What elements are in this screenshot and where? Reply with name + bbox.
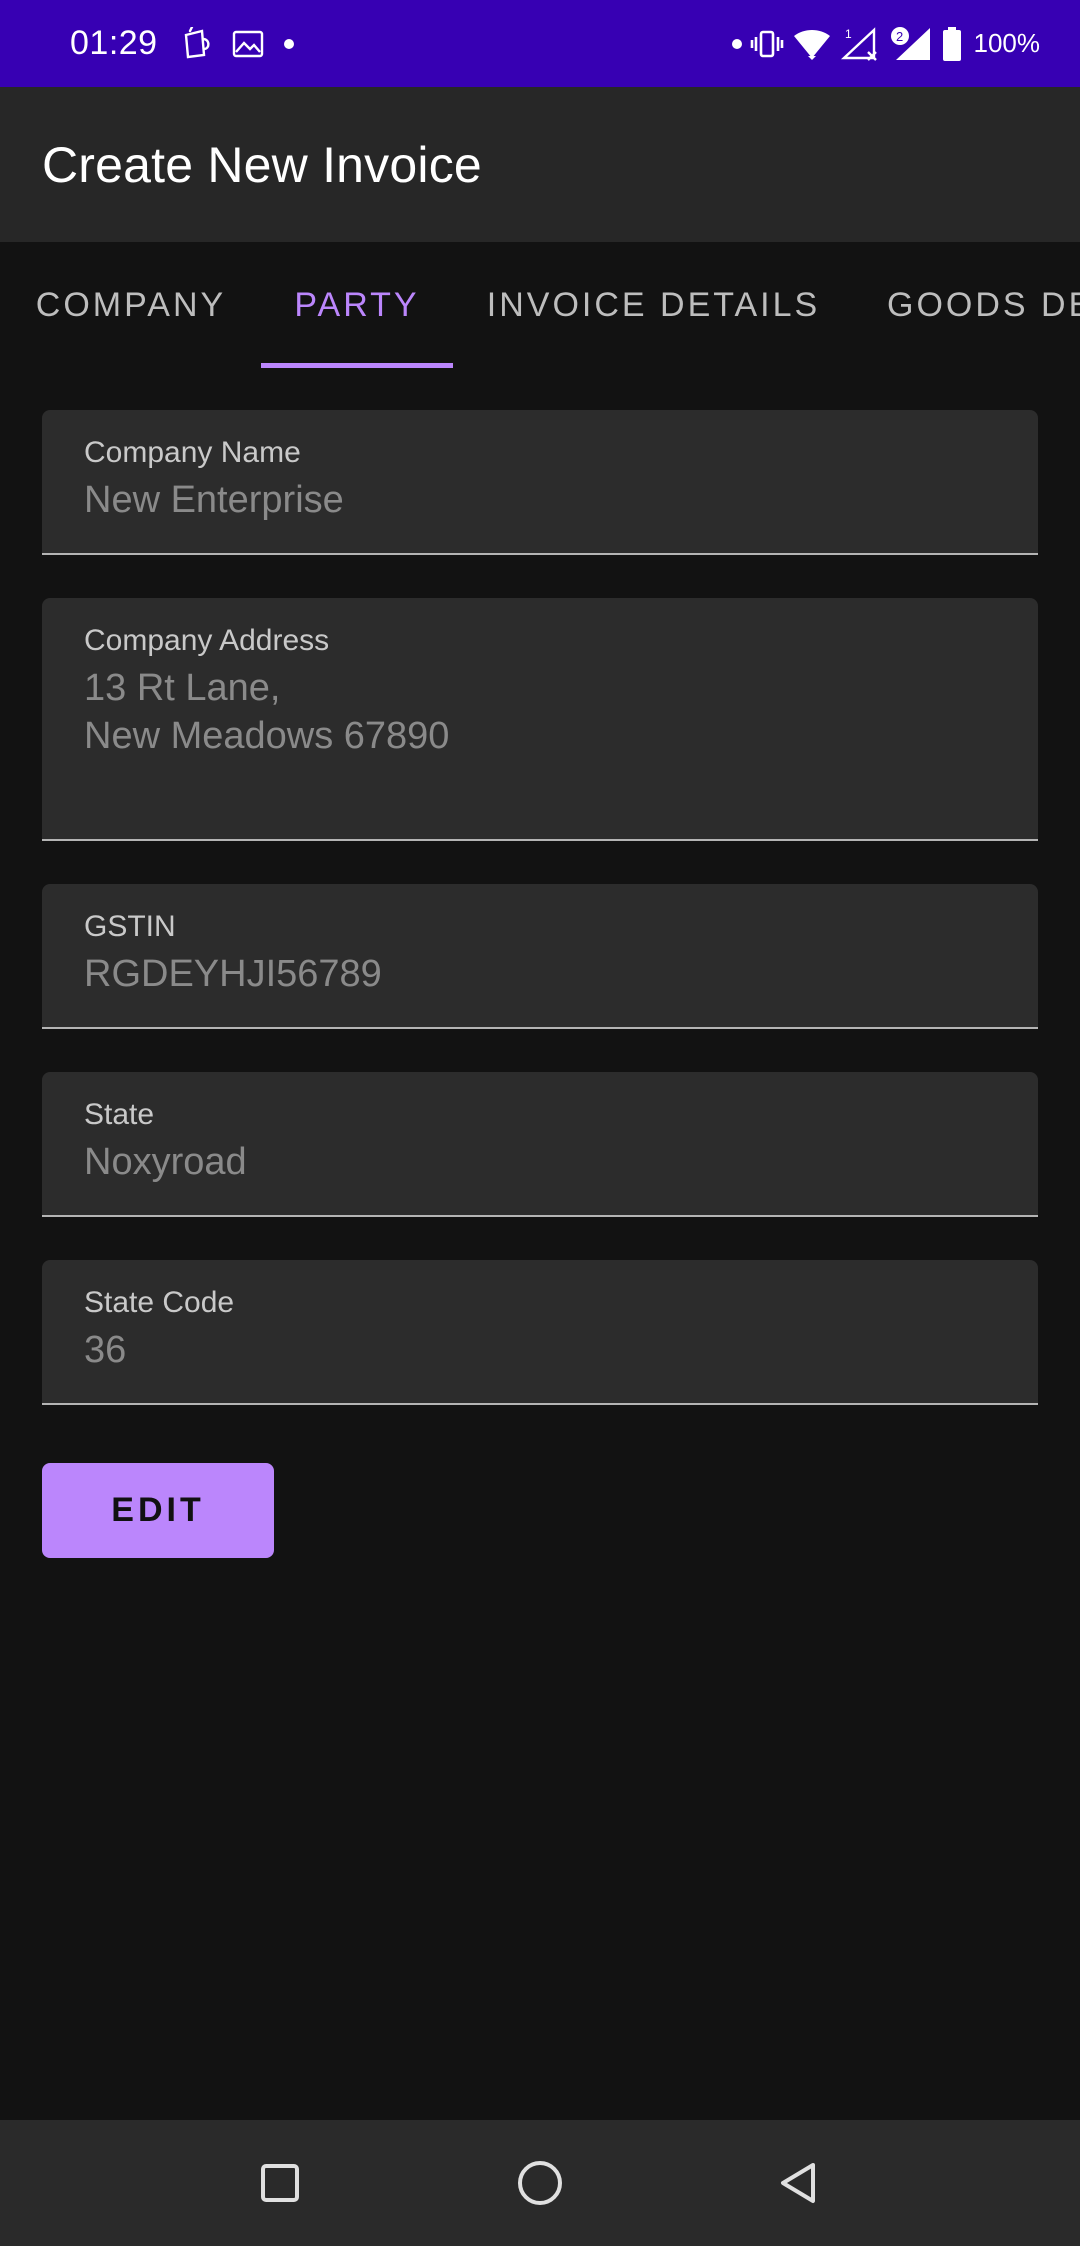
signal-sim1-icon: 1	[840, 26, 882, 62]
dot-icon	[731, 38, 742, 49]
tab-invoice-details-label: INVOICE DETAILS	[486, 285, 821, 324]
image-icon	[232, 30, 264, 58]
state-field[interactable]: State Noxyroad	[42, 1072, 1038, 1217]
status-bar: 01:29 1 2 100%	[0, 0, 1080, 87]
system-nav-bar	[0, 2120, 1080, 2246]
company-address-label: Company Address	[84, 624, 330, 657]
wifi-icon	[792, 28, 832, 60]
sim1-label: 1	[845, 27, 852, 41]
battery-percent: 100%	[973, 28, 1041, 58]
back-triangle-icon[interactable]	[758, 2143, 838, 2223]
tab-party[interactable]: PARTY	[261, 242, 453, 368]
battery-icon	[942, 26, 962, 61]
page-title: Create New Invoice	[42, 136, 482, 193]
gstin-label: GSTIN	[84, 910, 176, 943]
sim2-label: 2	[896, 29, 903, 44]
status-time: 01:29	[70, 24, 158, 62]
state-code-value[interactable]: 36	[84, 1326, 996, 1374]
tab-company-label: COMPANY	[35, 285, 227, 324]
signal-sim2-icon: 2	[890, 26, 934, 62]
vibrate-icon	[750, 29, 784, 59]
home-circle-icon[interactable]	[500, 2143, 580, 2223]
coffee-cup-icon	[180, 26, 212, 61]
status-bar-left: 01:29	[70, 24, 314, 63]
state-code-field[interactable]: State Code 36	[42, 1260, 1038, 1405]
edit-button-label: EDIT	[111, 1491, 205, 1529]
recents-square-icon[interactable]	[240, 2143, 320, 2223]
status-bar-right: 1 2 100%	[731, 26, 1041, 62]
company-address-field[interactable]: Company Address 13 Rt Lane, New Meadows …	[42, 598, 1038, 841]
tab-bar: COMPANY PARTY INVOICE DETAILS GOODS DE	[0, 242, 1080, 368]
tab-company[interactable]: COMPANY	[0, 242, 262, 368]
active-tab-indicator	[261, 363, 453, 368]
company-name-value[interactable]: New Enterprise	[84, 476, 996, 524]
state-label: State	[84, 1098, 155, 1131]
tab-invoice-details[interactable]: INVOICE DETAILS	[453, 242, 854, 368]
company-name-field[interactable]: Company Name New Enterprise	[42, 410, 1038, 555]
gstin-value[interactable]: RGDEYHJI56789	[84, 950, 996, 998]
app-bar: Create New Invoice	[0, 87, 1080, 242]
tab-goods-details-label: GOODS DE	[887, 285, 1080, 324]
tab-party-label: PARTY	[294, 285, 420, 324]
state-value[interactable]: Noxyroad	[84, 1138, 996, 1186]
state-code-label: State Code	[84, 1286, 235, 1319]
screen: 01:29 1 2 100% Create New Invoice COMPAN…	[0, 0, 1080, 2246]
gstin-field[interactable]: GSTIN RGDEYHJI56789	[42, 884, 1038, 1029]
company-address-value[interactable]: 13 Rt Lane, New Meadows 67890	[84, 664, 996, 760]
dot-icon	[283, 38, 294, 49]
edit-button[interactable]: EDIT	[42, 1463, 274, 1558]
company-name-label: Company Name	[84, 436, 301, 469]
tab-goods-details[interactable]: GOODS DE	[854, 242, 1080, 368]
